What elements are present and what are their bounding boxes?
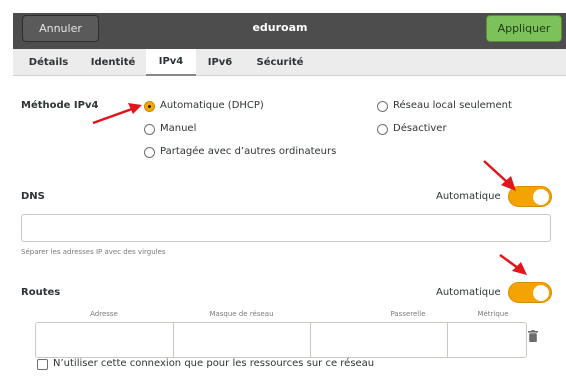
resources-only-checkbox[interactable] (37, 359, 48, 370)
tab-ipv6[interactable]: IPv6 (199, 49, 241, 76)
radio-link-local[interactable] (377, 101, 388, 112)
column-header-gateway: Passerelle (390, 310, 426, 318)
apply-button[interactable]: Appliquer (486, 15, 562, 42)
window-title: eduroam (252, 21, 308, 34)
route-netmask-input[interactable] (174, 323, 311, 357)
route-row (35, 322, 527, 358)
header-bar: Annuler eduroam Appliquer (0, 0, 566, 49)
resources-only-label: N’utiliser cette connexion que pour les … (53, 358, 375, 369)
column-header-netmask: Masque de réseau (209, 310, 274, 318)
column-header-metric: Métrique (477, 310, 509, 318)
ipv4-settings-panel: Méthode IPv4 Automatique (DHCP) Manuel P… (13, 77, 566, 392)
radio-shared[interactable] (144, 147, 155, 158)
routes-auto-label: Automatique (436, 287, 501, 298)
radio-manual[interactable] (144, 124, 155, 135)
radio-disable[interactable] (377, 124, 388, 135)
radio-manual-label: Manuel (160, 123, 197, 134)
tab-security[interactable]: Sécurité (249, 49, 311, 76)
tab-identity[interactable]: Identité (83, 49, 143, 76)
dns-auto-label: Automatique (436, 191, 501, 202)
route-gateway-input[interactable] (311, 323, 448, 357)
cancel-button[interactable]: Annuler (22, 15, 99, 42)
switch-knob (533, 285, 549, 301)
radio-link-local-label: Réseau local seulement (393, 100, 512, 111)
column-header-address: Adresse (90, 310, 118, 318)
dns-hint: Séparer les adresses IP avec des virgule… (21, 248, 166, 256)
tab-bar: Détails Identité IPv4 IPv6 Sécurité (13, 49, 566, 76)
radio-disable-label: Désactiver (393, 123, 447, 134)
route-metric-input[interactable] (448, 323, 528, 357)
trash-icon[interactable] (528, 330, 538, 342)
dns-input[interactable] (21, 214, 551, 242)
route-address-input[interactable] (36, 323, 174, 357)
tab-ipv4[interactable]: IPv4 (146, 49, 196, 76)
radio-auto-dhcp-label: Automatique (DHCP) (160, 100, 264, 111)
ipv4-method-label: Méthode IPv4 (21, 100, 99, 111)
routes-auto-switch[interactable] (508, 282, 552, 303)
radio-shared-label: Partagée avec d’autres ordinateurs (160, 146, 337, 157)
tab-details[interactable]: Détails (21, 49, 76, 76)
radio-auto-dhcp[interactable] (144, 101, 155, 112)
dns-label: DNS (21, 191, 45, 202)
routes-label: Routes (21, 287, 61, 298)
dns-auto-switch[interactable] (508, 186, 552, 207)
switch-knob (533, 189, 549, 205)
